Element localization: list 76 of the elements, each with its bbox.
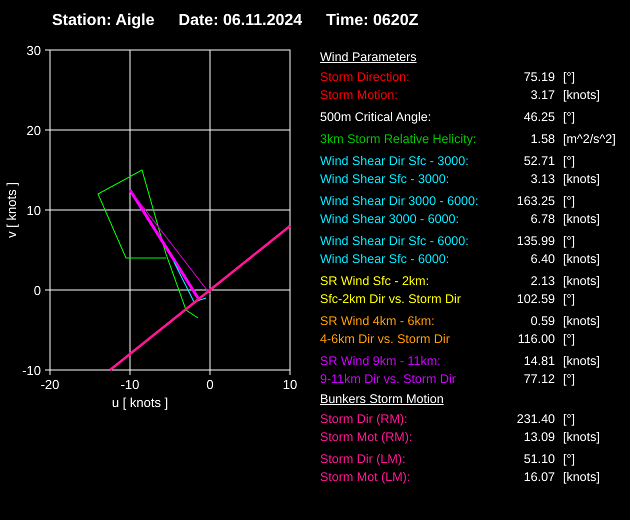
- parameter-unit: [°]: [563, 109, 575, 126]
- parameter-value: 14.81: [522, 353, 555, 370]
- parameter-value: 3.17: [530, 87, 555, 104]
- parameter-value: 16.07: [522, 469, 555, 486]
- parameter-label: Wind Shear Dir Sfc - 3000:: [320, 153, 470, 170]
- parameter-label: Storm Mot (LM):: [320, 469, 412, 486]
- parameter-value: 75.19: [522, 69, 555, 86]
- parameter-value: 2.13: [530, 273, 555, 290]
- parameter-unit: [knots]: [563, 313, 600, 330]
- header-field: Time: 0620Z: [326, 12, 418, 40]
- parameter-value: 135.99: [516, 233, 555, 250]
- parameter-label: Wind Shear Dir 3000 - 6000:: [320, 193, 480, 210]
- parameter-unit: [knots]: [563, 469, 600, 486]
- parameter-unit: [knots]: [563, 273, 600, 290]
- y-tick-label: 10: [26, 203, 41, 218]
- parameter-label: Storm Dir (RM):: [320, 411, 408, 428]
- parameter-label: SR Wind Sfc - 2km:: [320, 273, 430, 290]
- y-axis-label: v [ knots ]: [4, 182, 19, 238]
- parameter-value: 3.13: [530, 171, 555, 188]
- y-tick-label: -10: [22, 363, 41, 378]
- parameter-label: Storm Motion:: [320, 87, 399, 104]
- parameter-unit: [°]: [563, 153, 575, 170]
- parameter-label: Storm Dir (LM):: [320, 451, 406, 468]
- section-title: Bunkers Storm Motion: [320, 392, 445, 406]
- header-field: Station: Aigle: [52, 12, 155, 40]
- parameter-label: 500m Critical Angle:: [320, 109, 432, 126]
- parameter-unit: [°]: [563, 331, 575, 348]
- parameter-value: 51.10: [522, 451, 555, 468]
- parameter-unit: [knots]: [563, 171, 600, 188]
- parameter-label: SR Wind 9km - 11km:: [320, 353, 442, 370]
- x-tick-label: -10: [120, 377, 140, 392]
- x-axis-label: u [ knots ]: [112, 395, 168, 410]
- parameter-label: Wind Shear Sfc - 6000:: [320, 251, 450, 268]
- parameter-unit: [m^2/s^2]: [563, 131, 616, 148]
- parameter-value: 6.78: [530, 211, 555, 228]
- section-title: Wind Parameters: [320, 50, 418, 64]
- parameter-label: 4-6km Dir vs. Storm Dir: [320, 331, 451, 348]
- x-tick-label: 10: [282, 377, 298, 392]
- parameter-label: Wind Shear Sfc - 3000:: [320, 171, 450, 188]
- parameter-unit: [°]: [563, 193, 575, 210]
- parameter-label: 3km Storm Relative Helicity:: [320, 131, 478, 148]
- header-field: Date: 06.11.2024: [178, 12, 302, 40]
- parameter-value: 77.12: [522, 371, 555, 388]
- parameter-label: Wind Shear 3000 - 6000:: [320, 211, 460, 228]
- parameter-unit: [knots]: [563, 353, 600, 370]
- parameter-unit: [°]: [563, 371, 575, 388]
- x-tick-label: 0: [206, 377, 214, 392]
- parameter-label: SR Wind 4km - 6km:: [320, 313, 436, 330]
- parameter-value: 1.58: [530, 131, 555, 148]
- y-tick-label: 20: [26, 123, 41, 138]
- x-tick-label: -20: [40, 377, 60, 392]
- parameter-label: Sfc-2km Dir vs. Storm Dir: [320, 291, 462, 308]
- parameter-value: 52.71: [522, 153, 555, 170]
- y-tick-label: 0: [34, 283, 41, 298]
- parameter-value: 6.40: [530, 251, 555, 268]
- parameter-unit: [knots]: [563, 251, 600, 268]
- parameter-unit: [°]: [563, 451, 575, 468]
- parameter-unit: [knots]: [563, 87, 600, 104]
- parameter-value: 231.40: [516, 411, 555, 428]
- parameter-label: 9-11km Dir vs. Storm Dir: [320, 371, 457, 388]
- parameter-unit: [knots]: [563, 211, 600, 228]
- parameter-unit: [°]: [563, 411, 575, 428]
- parameter-value: 102.59: [516, 291, 555, 308]
- parameter-unit: [°]: [563, 233, 575, 250]
- parameter-value: 46.25: [522, 109, 555, 126]
- parameter-value: 163.25: [516, 193, 555, 210]
- parameter-value: 13.09: [522, 429, 555, 446]
- parameter-unit: [°]: [563, 291, 575, 308]
- parameter-label: Storm Direction:: [320, 69, 411, 86]
- parameter-unit: [°]: [563, 69, 575, 86]
- parameter-value: 0.59: [530, 313, 555, 330]
- parameter-unit: [knots]: [563, 429, 600, 446]
- parameter-value: 116.00: [516, 331, 555, 348]
- parameter-label: Storm Mot (RM):: [320, 429, 414, 446]
- parameter-label: Wind Shear Dir Sfc - 6000:: [320, 233, 470, 250]
- y-tick-label: 30: [26, 43, 41, 58]
